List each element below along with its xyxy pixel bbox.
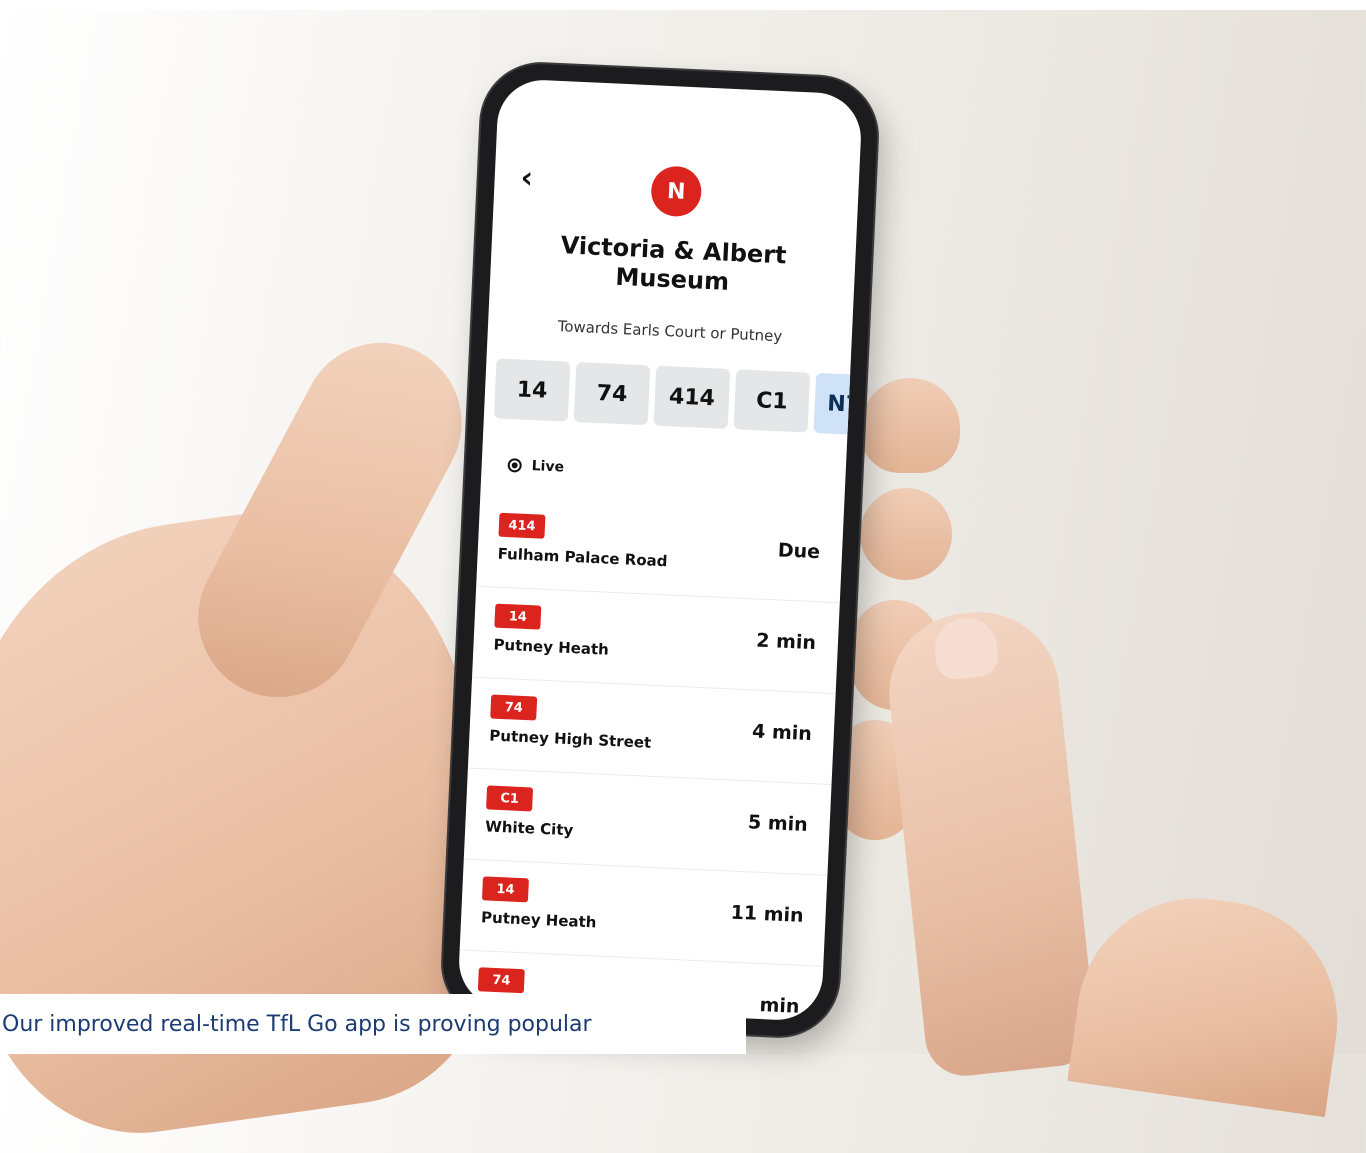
arrival-route-badge: 74 [490,694,538,721]
photo-scene: ‹ N Victoria & Albert Museum Towards Ear… [0,0,1366,1153]
arrivals-list: 414 Fulham Palace Road Due 14 Putney Hea… [457,495,844,1022]
stop-letter: N [666,178,687,205]
stop-letter-badge: N [650,165,703,218]
arrival-time: 4 min [751,720,813,746]
route-chip-n74[interactable]: N74 [813,372,863,437]
arrival-row[interactable]: C1 White City 5 min [463,768,832,876]
route-filter: 14 74 414 C1 N74 [493,358,863,438]
route-chip-label: C1 [755,387,789,415]
live-label: Live [531,458,565,476]
chevron-left-icon[interactable]: ‹ [520,160,534,196]
arrival-route-badge: 14 [494,603,542,630]
right-index-finger [881,604,1099,1080]
arrival-row[interactable]: 14 Putney Heath 2 min [472,586,840,695]
phone-screen: ‹ N Victoria & Albert Museum Towards Ear… [457,78,863,1022]
arrival-destination: Putney Heath [493,635,610,659]
arrival-destination: White City [484,817,574,840]
arrival-row[interactable]: 414 Fulham Palace Road Due [476,495,844,604]
route-chip-74[interactable]: 74 [573,362,651,426]
route-chip-label: 74 [596,380,628,407]
arrival-time: 11 min [730,901,805,927]
image-caption: Our improved real-time TfL Go app is pro… [0,994,746,1054]
arrival-route-badge: C1 [486,785,534,812]
arrival-row[interactable]: 74 Putney High Street 4 min [467,677,836,786]
arrival-destination: Fulham Palace Road [497,544,668,571]
route-chip-label: N74 [826,390,863,419]
route-chip-c1[interactable]: C1 [733,369,811,433]
arrival-time: min [759,993,800,1018]
arrival-time: 2 min [755,629,817,655]
arrival-route-badge: 74 [477,967,525,994]
arrival-route-badge: 414 [498,512,546,539]
arrival-destination: Putney Heath [480,908,597,932]
arrival-time: 5 min [747,811,809,836]
route-chip-label: 14 [516,376,548,404]
left-finger-2 [860,488,952,580]
phone-frame: ‹ N Victoria & Albert Museum Towards Ear… [440,61,880,1039]
right-hand-knuckles [1067,882,1353,1118]
arrival-destination: Putney High Street [489,726,652,752]
phone: ‹ N Victoria & Albert Museum Towards Ear… [440,61,880,1039]
live-radio-icon [507,458,523,473]
caption-text: Our improved real-time TfL Go app is pro… [2,1011,592,1037]
route-chip-414[interactable]: 414 [653,365,731,429]
stop-title: Victoria & Albert Museum [520,229,826,301]
left-finger-1 [860,378,960,473]
top-strip [0,0,1366,10]
route-chip-14[interactable]: 14 [493,358,571,422]
arrival-time: Due [777,539,821,564]
arrival-route-badge: 14 [481,876,529,903]
live-indicator: Live [507,457,564,476]
route-chip-label: 414 [668,383,716,411]
arrival-row[interactable]: 14 Putney Heath 11 min [459,859,828,967]
towards-text: Towards Earls Court or Putney [557,317,783,346]
